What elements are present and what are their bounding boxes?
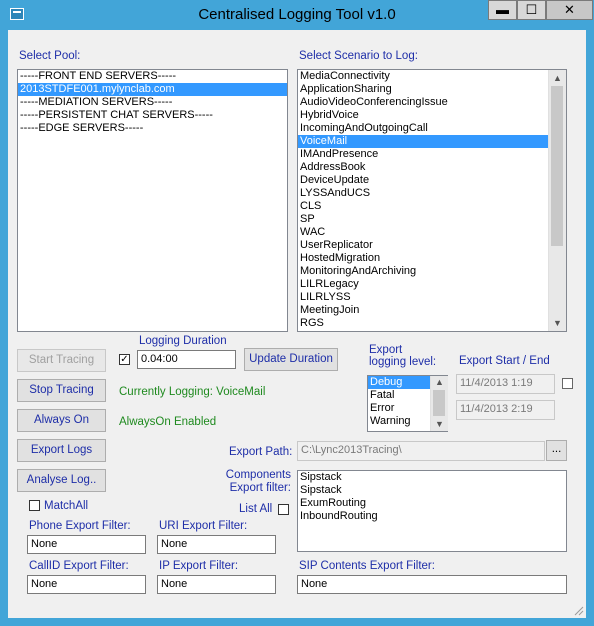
scenario-list-item[interactable]: MediaConnectivity (298, 70, 566, 83)
pool-list-item[interactable]: -----PERSISTENT CHAT SERVERS----- (18, 109, 287, 122)
always-on-button[interactable]: Always On (17, 409, 106, 432)
components-listbox[interactable]: Sipstack Sipstack ExumRouting InboundRoutin… (297, 470, 567, 552)
scenario-list-item[interactable]: HybridVoice (298, 109, 566, 122)
duration-checkbox[interactable]: ✓ (119, 354, 130, 365)
scenario-list-item[interactable]: AudioVideoConferencingIssue (298, 96, 566, 109)
export-level-label: Export logging level: (369, 344, 437, 368)
always-on-status: AlwaysOn Enabled (119, 416, 217, 428)
component-list-item[interactable]: Sipstack (298, 484, 566, 497)
scenario-list-item[interactable]: UserReplicator (298, 239, 566, 252)
component-list-item[interactable]: ExumRouting (298, 497, 566, 510)
minimize-button[interactable]: ▬ (488, 0, 517, 20)
start-tracing-button[interactable]: Start Tracing (17, 349, 106, 372)
phone-filter-input[interactable]: None (27, 535, 146, 554)
list-all-label: List All (239, 503, 273, 515)
export-path-label: Export Path: (229, 446, 293, 458)
scroll-thumb[interactable] (551, 86, 563, 246)
analyse-log-button[interactable]: Analyse Log.. (17, 469, 106, 492)
pool-list-item[interactable]: -----EDGE SERVERS----- (18, 122, 287, 135)
match-all-label: MatchAll (44, 500, 89, 512)
scenario-scrollbar[interactable]: ▲ ▼ (548, 70, 566, 331)
scenario-list-item[interactable]: AddressBook (298, 161, 566, 174)
scenario-list-item[interactable]: DeviceUpdate (298, 174, 566, 187)
export-start-input[interactable]: 11/4/2013 1:19 (456, 374, 555, 394)
components-filter-label: Components Export filter: (225, 469, 291, 494)
app-window: Centralised Logging Tool v1.0 ▬ ☐ ✕ Sele… (0, 0, 594, 626)
level-scroll-down-icon[interactable]: ▼ (431, 418, 448, 431)
scenario-listbox[interactable]: MediaConnectivity ApplicationSharing Audio… (297, 69, 567, 332)
browse-button[interactable]: ... (546, 440, 567, 461)
scenario-list-item[interactable]: MonitoringAndArchiving (298, 265, 566, 278)
scenario-list-item[interactable]: ApplicationSharing (298, 83, 566, 96)
match-all-checkbox[interactable] (29, 500, 40, 511)
scenario-list-item[interactable]: RGS (298, 317, 566, 330)
callid-filter-label: CallID Export Filter: (29, 560, 129, 572)
scenario-list-item[interactable]: HostedMigration (298, 252, 566, 265)
scroll-down-icon[interactable]: ▼ (549, 315, 566, 331)
scenario-list-item[interactable]: LILRLegacy (298, 278, 566, 291)
scenario-list-item[interactable]: LILRLYSS (298, 291, 566, 304)
sip-filter-input[interactable]: None (297, 575, 567, 594)
export-range-checkbox[interactable] (562, 378, 573, 389)
client-area: Select Pool: -----FRONT END SERVERS-----… (8, 30, 586, 618)
sip-filter-label: SIP Contents Export Filter: (299, 560, 435, 572)
uri-filter-label: URI Export Filter: (159, 520, 248, 532)
pool-list-item[interactable]: -----MEDIATION SERVERS----- (18, 96, 287, 109)
pool-listbox[interactable]: -----FRONT END SERVERS----- 2013STDFE001.… (17, 69, 288, 332)
component-list-item[interactable]: InboundRouting (298, 510, 566, 523)
level-scroll-thumb[interactable] (433, 390, 445, 416)
scenario-list-item[interactable]: IMAndPresence (298, 148, 566, 161)
scenario-list-item[interactable]: WAC (298, 226, 566, 239)
maximize-button[interactable]: ☐ (517, 0, 546, 20)
logging-duration-label: Logging Duration (139, 335, 227, 347)
pool-label: Select Pool: (19, 50, 81, 62)
export-end-input[interactable]: 11/4/2013 2:19 (456, 400, 555, 420)
pool-list-item[interactable]: -----FRONT END SERVERS----- (18, 70, 287, 83)
level-scroll-up-icon[interactable]: ▲ (431, 376, 448, 389)
title-bar[interactable]: Centralised Logging Tool v1.0 ▬ ☐ ✕ (0, 0, 594, 30)
uri-filter-input[interactable]: None (157, 535, 276, 554)
export-start-end-label: Export Start / End (459, 355, 550, 367)
level-scrollbar[interactable]: ▲ ▼ (430, 376, 448, 431)
scenario-list-item[interactable]: VoiceMail (298, 135, 566, 148)
scenario-list-item[interactable]: LYSSAndUCS (298, 187, 566, 200)
scenario-list-item[interactable]: SP (298, 213, 566, 226)
update-duration-button[interactable]: Update Duration (244, 348, 338, 371)
close-button[interactable]: ✕ (546, 0, 593, 20)
callid-filter-input[interactable]: None (27, 575, 146, 594)
scenario-list-item[interactable]: MeetingJoin (298, 304, 566, 317)
export-path-input[interactable]: C:\Lync2013Tracing\ (297, 441, 545, 461)
scenario-label: Select Scenario to Log: (299, 50, 418, 62)
pool-list-item[interactable]: 2013STDFE001.mylynclab.com (18, 83, 287, 96)
duration-input[interactable]: 0.04:00 (137, 350, 236, 369)
scenario-list-item[interactable]: IncomingAndOutgoingCall (298, 122, 566, 135)
scenario-list-item[interactable]: CLS (298, 200, 566, 213)
stop-tracing-button[interactable]: Stop Tracing (17, 379, 106, 402)
currently-logging-status: Currently Logging: VoiceMail (119, 386, 266, 398)
scroll-up-icon[interactable]: ▲ (549, 70, 566, 86)
component-list-item[interactable]: Sipstack (298, 471, 566, 484)
phone-filter-label: Phone Export Filter: (29, 520, 131, 532)
ip-filter-input[interactable]: None (157, 575, 276, 594)
list-all-checkbox[interactable] (278, 504, 289, 515)
export-logs-button[interactable]: Export Logs (17, 439, 106, 462)
ip-filter-label: IP Export Filter: (159, 560, 239, 572)
resize-grip-icon[interactable] (572, 604, 584, 616)
